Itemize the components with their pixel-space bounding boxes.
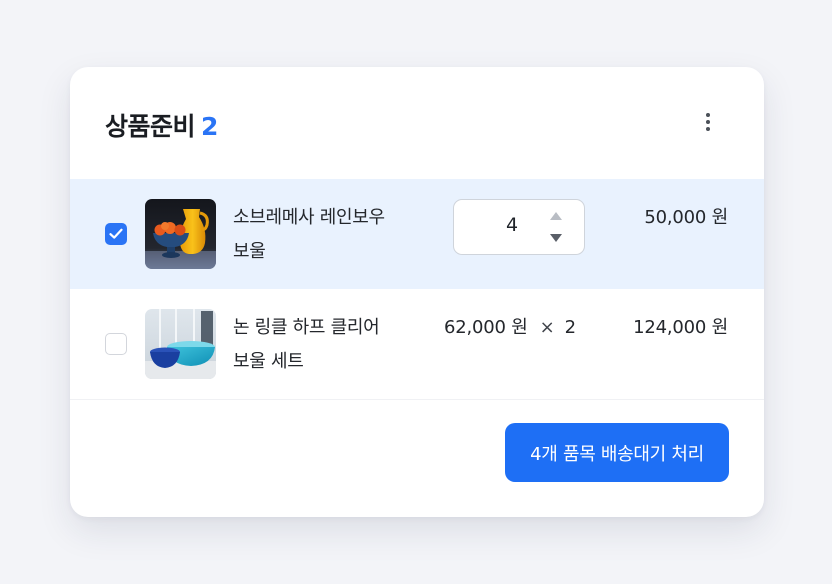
ship-ready-button[interactable]: 4개 품목 배송대기 처리 [505, 423, 729, 482]
section-count-badge: 2 [201, 112, 218, 141]
line-total: 50,000 원 [644, 207, 728, 228]
list-item[interactable]: 소브레메사 레인보우 보울 4 50,000 원 [70, 179, 764, 289]
unit-price: 62,000 원 [444, 317, 528, 338]
section-title: 상품준비 2 [105, 107, 218, 143]
product-image[interactable] [145, 309, 216, 379]
card-header: 상품준비 2 [70, 67, 764, 179]
product-name-line: 보울 세트 [233, 351, 304, 372]
yellow-pitcher-bowl-image [145, 199, 216, 269]
times-sign: × [539, 317, 555, 338]
caret-down-icon[interactable] [549, 233, 563, 243]
list-item[interactable]: 논 링클 하프 클리어 보울 세트 62,000 원 × 2 124,000 원 [70, 289, 764, 400]
quantity-stepper[interactable]: 4 [453, 199, 585, 255]
more-dot [706, 120, 710, 124]
item-checkbox-checked[interactable] [105, 223, 127, 245]
quantity-value: 2 [564, 317, 576, 338]
more-dot [706, 127, 710, 131]
product-name[interactable]: 소브레메사 레인보우 보울 [233, 201, 423, 269]
line-total: 124,000 원 [633, 317, 728, 338]
more-options-icon[interactable] [694, 107, 722, 137]
blue-bowls-image [145, 309, 216, 379]
order-card: 상품준비 2 소브레메사 레인보우 보울 4 50,000 원 논 링클 하프 … [70, 67, 764, 517]
product-name-line: 소브레메사 레인보우 [233, 207, 385, 228]
quantity-input[interactable]: 4 [494, 214, 530, 236]
page-background: 상품준비 2 소브레메사 레인보우 보울 4 50,000 원 논 링클 하프 … [0, 0, 832, 584]
product-name[interactable]: 논 링클 하프 클리어 보울 세트 [233, 311, 423, 379]
caret-up-icon[interactable] [549, 211, 563, 221]
checkmark-icon [109, 228, 123, 239]
item-checkbox-unchecked[interactable] [105, 333, 127, 355]
product-name-line: 보울 [233, 241, 266, 262]
unit-price-quantity: 62,000 원 × 2 [444, 313, 576, 339]
more-dot [706, 113, 710, 117]
product-name-line: 논 링클 하프 클리어 [233, 317, 380, 338]
product-image[interactable] [145, 199, 216, 269]
section-title-label: 상품준비 [105, 112, 196, 141]
